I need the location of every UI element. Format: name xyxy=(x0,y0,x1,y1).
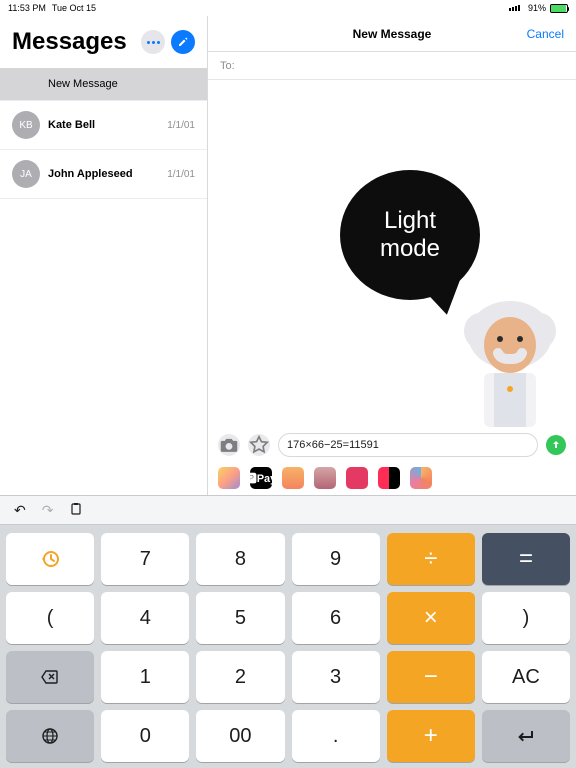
key-00[interactable]: 00 xyxy=(196,710,284,762)
rail-app-icon[interactable] xyxy=(282,467,304,489)
keyboard-toolbar: ↶ ↷ xyxy=(0,495,576,525)
conv-date: 1/1/01 xyxy=(167,169,195,180)
battery-pct: 91% xyxy=(528,3,546,13)
clipboard-button[interactable] xyxy=(69,502,83,519)
key-paren-open[interactable]: ( xyxy=(6,592,94,644)
einstein-illustration xyxy=(450,287,570,427)
key-globe[interactable] xyxy=(6,710,94,762)
keyboard: 7 8 9 ÷ = ( 4 5 6 × ) 1 2 3 − AC xyxy=(0,525,576,768)
rail-app-icon[interactable] xyxy=(346,467,368,489)
sidebar-title: Messages xyxy=(12,28,127,56)
send-button[interactable] xyxy=(546,435,566,455)
app-rail: 🅿Pay ••• xyxy=(208,463,576,495)
key-4[interactable]: 4 xyxy=(101,592,189,644)
rail-app-icon[interactable] xyxy=(410,467,432,489)
cancel-button[interactable]: Cancel xyxy=(527,27,564,41)
bubble-line1: Light xyxy=(384,207,436,235)
key-plus[interactable]: + xyxy=(387,710,475,762)
key-divide[interactable]: ÷ xyxy=(387,533,475,585)
conv-name: John Appleseed xyxy=(48,168,133,180)
compose-button[interactable] xyxy=(171,30,195,54)
key-multiply[interactable]: × xyxy=(387,592,475,644)
rail-more-icon[interactable]: ••• xyxy=(442,467,464,489)
key-return[interactable] xyxy=(482,710,570,762)
conv-date: 1/1/01 xyxy=(167,120,195,131)
undo-button[interactable]: ↶ xyxy=(14,502,26,519)
sidebar-item-kate-bell[interactable]: KB Kate Bell 1/1/01 xyxy=(0,101,207,150)
rail-app-icon[interactable] xyxy=(378,467,400,489)
content-title: New Message xyxy=(353,27,432,41)
key-0[interactable]: 0 xyxy=(101,710,189,762)
key-7[interactable]: 7 xyxy=(101,533,189,585)
rail-app-icon[interactable] xyxy=(314,467,336,489)
more-button[interactable] xyxy=(141,30,165,54)
key-6[interactable]: 6 xyxy=(292,592,380,644)
key-5[interactable]: 5 xyxy=(196,592,284,644)
key-2[interactable]: 2 xyxy=(196,651,284,703)
camera-icon[interactable] xyxy=(218,434,240,456)
avatar: KB xyxy=(12,111,40,139)
status-time: 11:53 PM xyxy=(8,3,46,13)
key-equals[interactable]: = xyxy=(482,533,570,585)
sidebar-item-new-message[interactable]: New Message xyxy=(0,68,207,101)
message-body: Light mode xyxy=(208,80,576,427)
to-field[interactable]: To: xyxy=(208,52,576,80)
rail-apple-pay-icon[interactable]: 🅿Pay xyxy=(250,467,272,489)
sidebar-item-john-appleseed[interactable]: JA John Appleseed 1/1/01 xyxy=(0,150,207,199)
key-dot[interactable]: . xyxy=(292,710,380,762)
status-bar: 11:53 PM Tue Oct 15 91% xyxy=(0,0,576,16)
redo-button[interactable]: ↷ xyxy=(42,502,54,519)
status-date: Tue Oct 15 xyxy=(52,3,96,13)
rail-photos-icon[interactable] xyxy=(218,467,240,489)
key-paren-close[interactable]: ) xyxy=(482,592,570,644)
message-input[interactable]: 176×66−25=11591 xyxy=(278,433,538,457)
key-minus[interactable]: − xyxy=(387,651,475,703)
speech-bubble: Light mode xyxy=(340,170,480,300)
to-label: To: xyxy=(220,60,235,72)
conv-name: Kate Bell xyxy=(48,119,95,131)
cellular-icon xyxy=(509,5,520,11)
conv-name: New Message xyxy=(48,78,118,90)
key-backspace[interactable] xyxy=(6,651,94,703)
key-1[interactable]: 1 xyxy=(101,651,189,703)
key-history[interactable] xyxy=(6,533,94,585)
bubble-line2: mode xyxy=(380,235,440,263)
key-9[interactable]: 9 xyxy=(292,533,380,585)
avatar: JA xyxy=(12,160,40,188)
message-input-value: 176×66−25=11591 xyxy=(287,439,379,451)
content-pane: New Message Cancel To: Light mode xyxy=(208,16,576,495)
key-ac[interactable]: AC xyxy=(482,651,570,703)
appstore-icon[interactable] xyxy=(248,434,270,456)
key-8[interactable]: 8 xyxy=(196,533,284,585)
key-3[interactable]: 3 xyxy=(292,651,380,703)
battery-icon xyxy=(550,4,568,13)
sidebar: Messages New Message KB Kate Bell 1/1/01 xyxy=(0,16,208,495)
